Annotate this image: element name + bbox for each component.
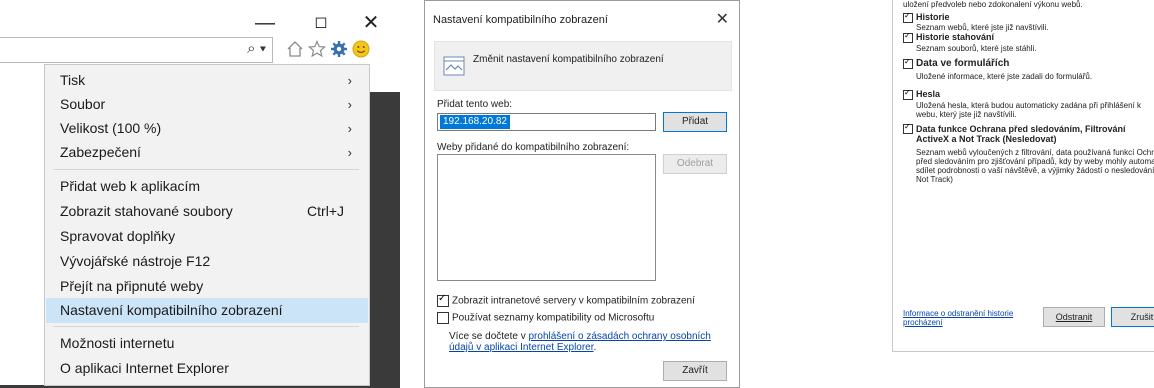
download-history-desc: Seznam souborů, které jste stáhli.	[916, 44, 1037, 53]
history-info-link[interactable]: Informace o odstranění historie procháze…	[903, 309, 1023, 327]
delete-history-dialog: uložení předvoleb nebo zdokonalení výkon…	[892, 0, 1154, 352]
privacy-info-suffix: .	[593, 342, 597, 353]
menu-item-add-site-to-apps[interactable]: Přidat web k aplikacím	[46, 174, 368, 199]
tracking-data-title: Data funkce Ochrana před sledováním, Fil…	[916, 124, 1126, 144]
privacy-info: Více se dočtete v prohlášení o zásadách …	[449, 331, 719, 353]
page-background	[370, 92, 400, 388]
passwords-row[interactable]: Hesla	[903, 88, 941, 100]
passwords-desc-line: webu, který jste již navštívili.	[916, 110, 1017, 119]
menu-item-label: Vývojářské nástroje F12	[60, 253, 211, 269]
menu-item-manage-addons[interactable]: Spravovat doplňky	[46, 224, 368, 249]
form-data-title: Data ve formulářích	[916, 58, 1010, 69]
download-history-row[interactable]: Historie stahování	[903, 31, 995, 43]
close-button[interactable]: ✕	[356, 12, 386, 34]
menu-item-label: Nastavení kompatibilního zobrazení	[60, 302, 283, 318]
add-button[interactable]: Přidat	[663, 112, 727, 132]
remove-button[interactable]: Odebrat	[663, 154, 727, 174]
minimize-button[interactable]: —	[250, 12, 280, 34]
tracking-desc-line: před sledováním pro zjišťování případů, …	[916, 157, 1154, 166]
menu-item-shortcut: Ctrl+J	[307, 203, 344, 219]
intranet-checkbox[interactable]	[437, 293, 449, 307]
download-history-checkbox[interactable]	[903, 31, 913, 43]
tools-menu: Tisk › Soubor › Velikost (100 %) › Zabez…	[44, 64, 370, 386]
menu-item-about-ie[interactable]: O aplikaci Internet Explorer	[46, 356, 368, 381]
compat-sites-list[interactable]	[437, 154, 656, 281]
form-data-desc: Uložené informace, které jste zadali do …	[916, 72, 1093, 81]
chevron-right-icon: ›	[347, 97, 352, 112]
tracking-desc-line: Not Track)	[916, 175, 953, 184]
menu-item-label: Soubor	[60, 96, 106, 112]
menu-item-f12-devtools[interactable]: Vývojářské nástroje F12	[46, 249, 368, 274]
intranet-checkbox-row[interactable]: Zobrazit intranetové servery v kompatibi…	[437, 293, 695, 307]
menu-item-label: Přidat web k aplikacím	[60, 178, 201, 194]
menu-separator	[53, 326, 359, 327]
menu-item-compat-view-settings[interactable]: Nastavení kompatibilního zobrazení	[46, 298, 368, 323]
tracking-desc-line: sdílet podrobnosti o vaší návštěvě, a vý…	[916, 166, 1154, 175]
menu-separator	[53, 169, 359, 170]
compat-view-icon	[443, 56, 465, 76]
menu-item-zoom[interactable]: Velikost (100 %) ›	[46, 116, 368, 141]
add-site-label: Přidat tento web:	[437, 99, 513, 110]
history-row[interactable]: Historie	[903, 11, 950, 23]
privacy-info-text: Více se dočtete v	[449, 331, 529, 342]
home-icon[interactable]	[286, 40, 304, 58]
menu-item-label: Velikost (100 %)	[60, 120, 162, 136]
chevron-right-icon: ›	[347, 73, 352, 88]
search-dropdown-icon[interactable]: ⌕ ▾	[247, 40, 266, 57]
delete-button[interactable]: Odstranit	[1043, 307, 1105, 327]
history-title: Historie	[916, 12, 950, 22]
dialog-header: Změnit nastavení kompatibilního zobrazen…	[434, 41, 732, 91]
ms-lists-checkbox-label: Používat seznamy kompatibility od Micros…	[452, 312, 655, 324]
passwords-desc-line: Uložená hesla, která budou automaticky z…	[916, 101, 1142, 110]
delete-button-label: Odstranit	[1055, 312, 1093, 322]
passwords-title: Hesla	[916, 89, 941, 99]
menu-item-label: Přejít na připnuté weby	[60, 278, 204, 294]
menu-item-safety[interactable]: Zabezpečení ›	[46, 140, 368, 165]
compat-view-dialog: Nastavení kompatibilního zobrazení ✕ Změ…	[424, 0, 740, 388]
ms-lists-checkbox-row[interactable]: Používat seznamy kompatibility od Micros…	[437, 312, 654, 324]
menu-item-label: Spravovat doplňky	[60, 228, 176, 244]
ms-lists-checkbox[interactable]	[437, 312, 449, 324]
close-icon[interactable]: ✕	[716, 9, 729, 29]
menu-item-internet-options[interactable]: Možnosti internetu	[46, 331, 368, 356]
history-checkbox[interactable]	[903, 11, 913, 23]
tracking-data-checkbox[interactable]	[903, 122, 913, 134]
address-bar[interactable]: ⌕ ▾	[0, 37, 273, 63]
history-desc: Seznam webů, které jste již navštívili.	[916, 23, 1049, 32]
chevron-right-icon: ›	[347, 145, 352, 160]
tracking-data-row[interactable]: Data funkce Ochrana před sledováním, Fil…	[903, 122, 1153, 144]
sites-list-label: Weby přidané do kompatibilního zobrazení…	[437, 142, 630, 153]
tools-gear-icon[interactable]	[330, 40, 348, 58]
menu-item-pinned-sites[interactable]: Přejít na připnuté weby	[46, 274, 368, 299]
dialog-title: Nastavení kompatibilního zobrazení	[433, 14, 608, 26]
menu-item-file[interactable]: Soubor ›	[46, 92, 368, 117]
form-data-checkbox[interactable]	[903, 57, 913, 69]
intranet-checkbox-label: Zobrazit intranetové servery v kompatibi…	[452, 295, 695, 307]
menu-item-label: Tisk	[60, 72, 86, 88]
menu-item-print[interactable]: Tisk ›	[46, 68, 368, 93]
menu-item-view-downloads[interactable]: Zobrazit stahované soubory Ctrl+J	[46, 199, 368, 224]
form-data-row[interactable]: Data ve formulářích	[903, 57, 1010, 69]
menu-item-label: Zobrazit stahované soubory	[60, 203, 233, 219]
feedback-smiley-icon[interactable]	[352, 40, 370, 58]
favorites-star-icon[interactable]	[308, 40, 326, 58]
chevron-right-icon: ›	[347, 121, 352, 136]
preferences-desc: uložení předvoleb nebo zdokonalení výkon…	[903, 0, 1083, 9]
restore-button[interactable]: ◻	[306, 12, 336, 34]
tracking-desc-line: Seznam webů vyloučených z filtrování, da…	[916, 148, 1154, 157]
dialog-header-text: Změnit nastavení kompatibilního zobrazen…	[473, 54, 664, 65]
passwords-checkbox[interactable]	[903, 88, 913, 100]
add-site-value: 192.168.20.82	[440, 115, 510, 129]
add-site-input[interactable]: 192.168.20.82	[437, 113, 656, 131]
menu-item-label: Možnosti internetu	[60, 335, 175, 351]
menu-item-label: O aplikaci Internet Explorer	[60, 360, 229, 376]
download-history-title: Historie stahování	[916, 32, 995, 42]
menu-item-label: Zabezpečení	[60, 144, 141, 160]
close-button[interactable]: Zavřít	[663, 361, 727, 381]
cancel-button[interactable]: Zrušit	[1111, 307, 1154, 327]
ie-window: — ◻ ✕ ⌕ ▾ Tisk › Soubor › Velikost (100 …	[0, 0, 400, 388]
